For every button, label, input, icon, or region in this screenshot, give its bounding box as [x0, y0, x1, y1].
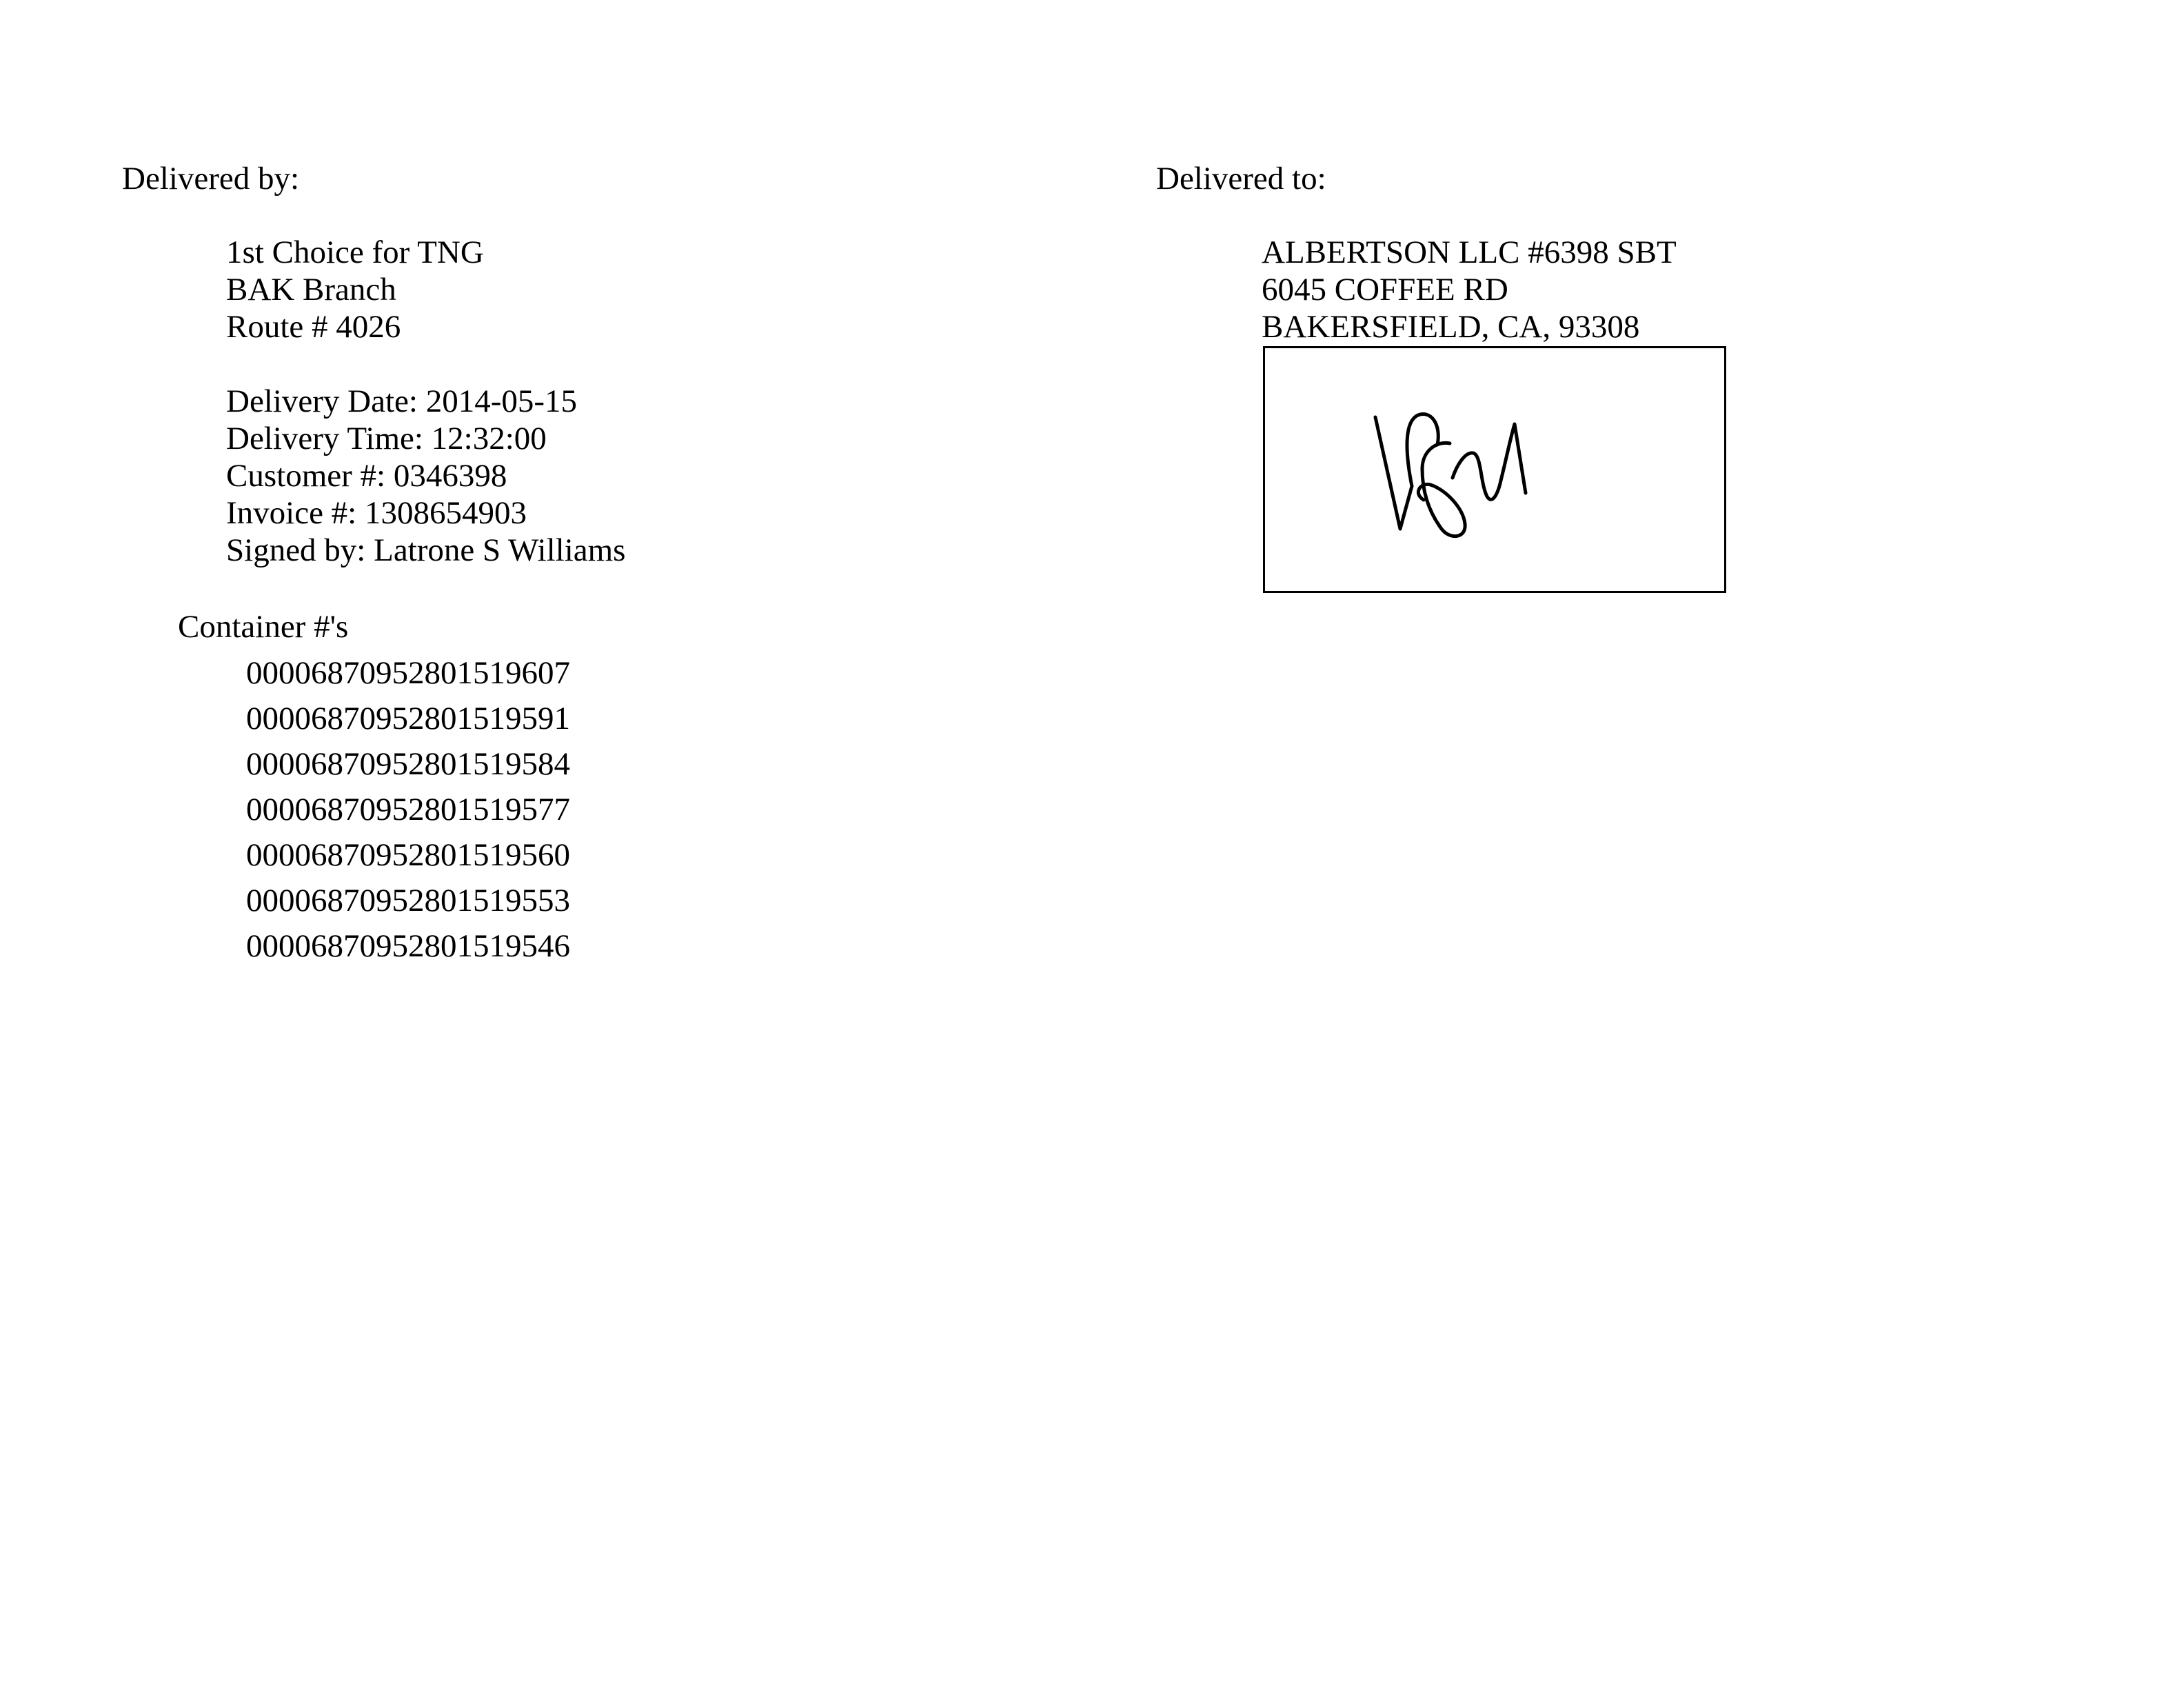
- delivered-to-heading: Delivered to:: [1156, 161, 1326, 197]
- delivery-receipt-page: Delivered by: 1st Choice for TNG BAK Bra…: [0, 0, 2184, 1688]
- signature-box: [1263, 346, 1726, 593]
- containers-heading: Container #'s: [178, 609, 349, 645]
- container-number: 00006870952801519577: [246, 792, 570, 827]
- container-number: 00006870952801519584: [246, 746, 570, 782]
- delivered-to-address: ALBERTSON LLC #6398 SBT 6045 COFFEE RD B…: [1262, 234, 1677, 345]
- delivery-date: Delivery Date: 2014-05-15: [226, 383, 578, 419]
- container-number: 00006870952801519560: [246, 837, 570, 873]
- invoice-number: Invoice #: 1308654903: [226, 495, 527, 531]
- recipient-name: ALBERTSON LLC #6398 SBT: [1262, 234, 1677, 270]
- container-number: 00006870952801519553: [246, 883, 570, 918]
- delivery-time: Delivery Time: 12:32:00: [226, 421, 547, 456]
- recipient-city-state-zip: BAKERSFIELD, CA, 93308: [1262, 309, 1640, 345]
- signature-drawing: [1373, 412, 1528, 539]
- carrier-branch: BAK Branch: [226, 272, 396, 308]
- container-number: 00006870952801519591: [246, 701, 570, 736]
- delivered-by-details: 1st Choice for TNG BAK Branch Route # 40…: [226, 234, 625, 569]
- customer-number: Customer #: 0346398: [226, 458, 507, 494]
- container-number-list: 00006870952801519607 0000687095280151959…: [246, 650, 570, 969]
- container-number: 00006870952801519546: [246, 928, 570, 964]
- signed-by: Signed by: Latrone S Williams: [226, 532, 626, 568]
- recipient-street: 6045 COFFEE RD: [1262, 272, 1508, 308]
- route-number: Route # 4026: [226, 309, 401, 345]
- delivered-by-heading: Delivered by:: [122, 161, 300, 197]
- container-number: 00006870952801519607: [246, 655, 570, 691]
- carrier-company: 1st Choice for TNG: [226, 234, 484, 270]
